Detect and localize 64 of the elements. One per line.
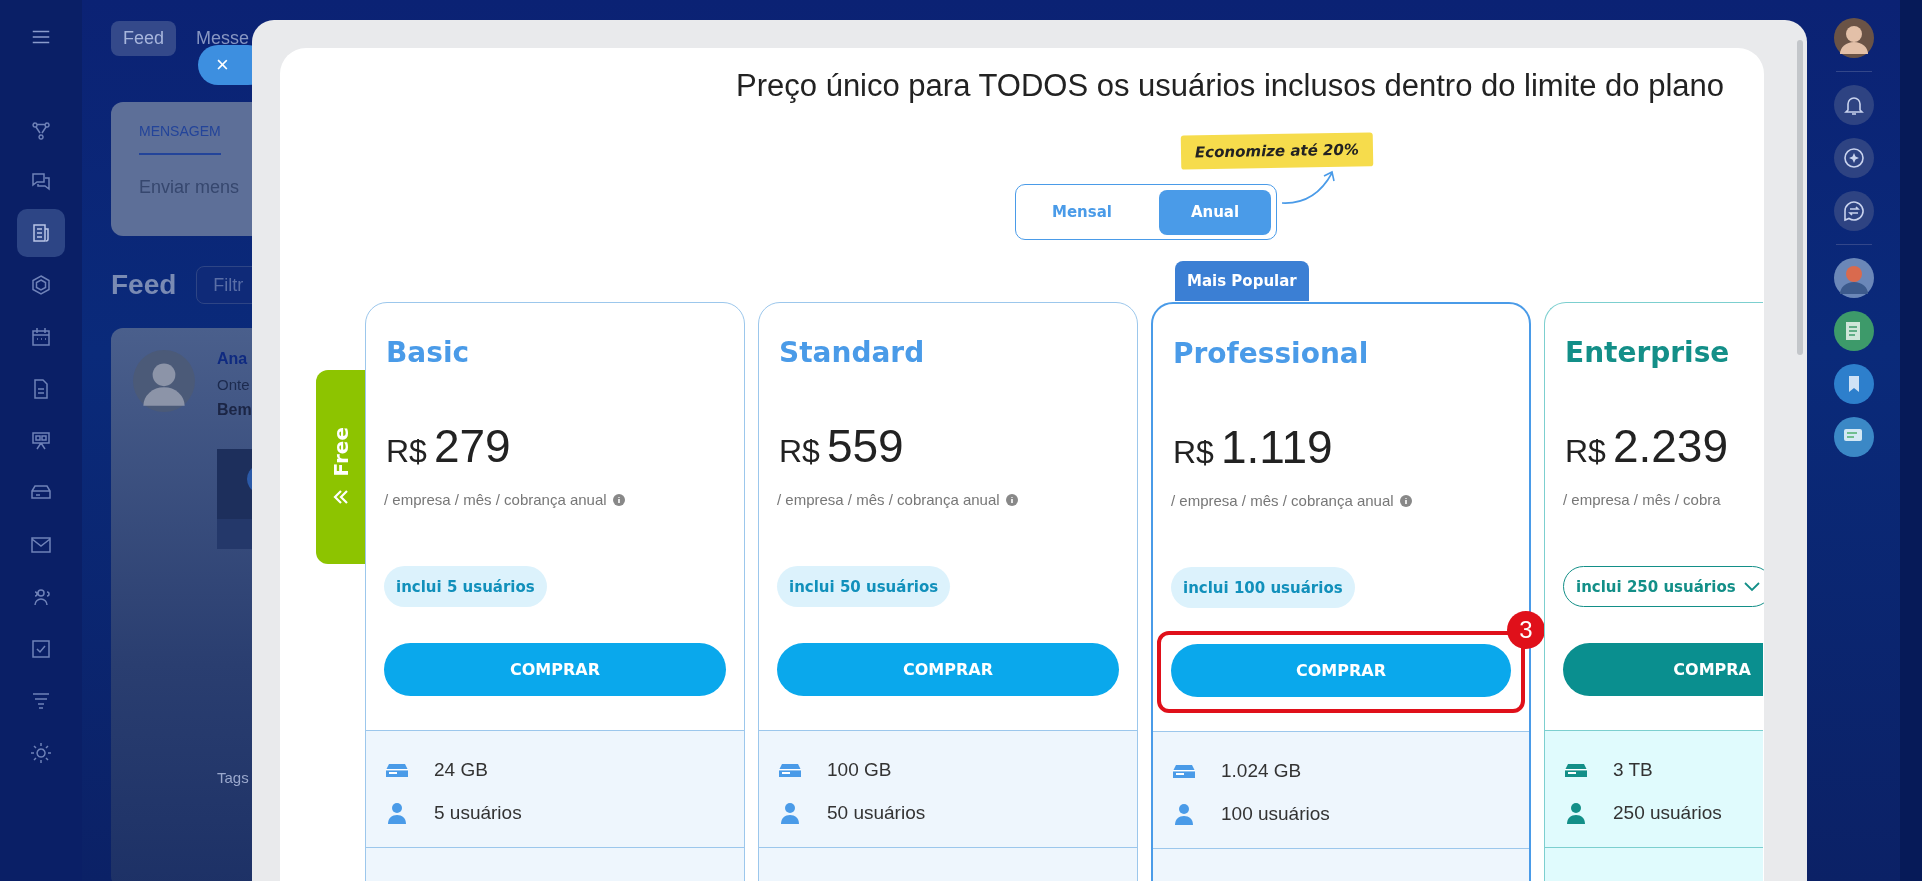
plan-name: Standard: [778, 335, 926, 371]
feature-text: 1.024 GB: [1221, 759, 1302, 782]
chevron-down-icon[interactable]: [1743, 581, 1760, 592]
feature-text: 5 usuários: [434, 801, 522, 824]
buy-button[interactable]: COMPRA: [1563, 643, 1763, 696]
newspaper-icon[interactable]: [17, 209, 65, 257]
info-icon[interactable]: [1005, 493, 1018, 506]
free-tab[interactable]: Free: [316, 370, 365, 564]
author-name[interactable]: Ana: [217, 350, 252, 368]
user-icon: [779, 801, 801, 824]
filter-field[interactable]: Filtr: [196, 266, 252, 304]
billing-option[interactable]: Anual: [1159, 189, 1271, 235]
feature-text: 3 TB: [1613, 758, 1653, 781]
users-pill: inclui 100 usuários: [1171, 567, 1355, 608]
step-badge: 3: [1507, 611, 1545, 649]
billing-period: / empresa / mês / cobra: [1563, 491, 1721, 508]
feature-text: 100 GB: [827, 758, 892, 781]
currency: R$: [1565, 433, 1606, 470]
feature-text: 100 usuários: [1221, 802, 1330, 825]
chat-icon[interactable]: [1833, 191, 1874, 231]
price: 1.119: [1220, 420, 1333, 474]
price: 2.239: [1612, 419, 1729, 473]
composer-tab[interactable]: MENSAGEM: [139, 123, 221, 155]
billing-option[interactable]: Mensal: [1032, 189, 1132, 235]
plan-name: Basic: [385, 335, 471, 371]
currency: R$: [779, 433, 820, 470]
feature-text: 24 GB: [434, 758, 488, 781]
plan-name: Enterprise: [1564, 335, 1731, 371]
post-time: Onte: [217, 376, 251, 393]
info-icon[interactable]: [612, 493, 625, 506]
bell-icon[interactable]: [1833, 85, 1874, 125]
plan-name: Professional: [1172, 336, 1370, 372]
billing-period: / empresa / mês / cobrança anual: [1171, 492, 1394, 509]
users-pill: inclui 50 usuários: [777, 566, 951, 607]
feature-text: 250 usuários: [1613, 801, 1722, 824]
billing-period: / empresa / mês / cobrança anual: [384, 491, 607, 508]
discount-badge: Economize até 20%: [1180, 132, 1374, 170]
info-icon[interactable]: [1399, 494, 1412, 507]
notes-icon[interactable]: [1833, 311, 1874, 351]
pricing-heading: Preço único para TODOS os usuários inclusos dentro do limite do plano: [735, 67, 1725, 105]
billing-period: / empresa / mês / cobrança anual: [777, 491, 1000, 508]
buy-button[interactable]: COMPRAR: [1171, 644, 1511, 697]
top-tab[interactable]: Feed: [111, 20, 177, 56]
price: 279: [433, 419, 511, 473]
chat-icon[interactable]: [1833, 417, 1874, 457]
scrollbar[interactable]: [1797, 40, 1803, 355]
users-pill: inclui 5 usuários: [384, 566, 547, 607]
price: 559: [826, 419, 904, 473]
user-icon: [1565, 801, 1587, 824]
feed-title: Feed: [111, 269, 177, 301]
bookmark-icon[interactable]: [1833, 364, 1874, 404]
avatar[interactable]: [1833, 18, 1874, 58]
user-icon: [1173, 802, 1195, 825]
user-icon: [386, 801, 408, 824]
currency: R$: [386, 433, 427, 470]
avatar[interactable]: [1833, 258, 1874, 298]
currency: R$: [1173, 434, 1214, 471]
buy-button[interactable]: COMPRAR: [384, 643, 726, 696]
sparkle-icon[interactable]: [1833, 138, 1874, 178]
post-text: Bem: [217, 401, 252, 419]
avatar: [133, 350, 195, 412]
tags-label: Tags: [217, 769, 250, 786]
buy-button[interactable]: COMPRAR: [777, 643, 1119, 696]
feature-text: 50 usuários: [827, 801, 926, 824]
